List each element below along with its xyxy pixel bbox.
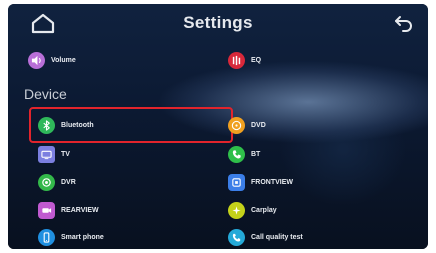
menu-item-label: FRONTVIEW [251, 178, 293, 186]
menu-item-label: DVD [251, 121, 266, 129]
tv-icon [38, 145, 55, 163]
section-device-label: Device [24, 86, 67, 102]
menu-item-callquality[interactable]: Call quality test [228, 225, 303, 249]
menu-item-label: BT [251, 150, 261, 158]
menu-item-label: Volume [51, 56, 76, 64]
phone-icon [228, 145, 245, 163]
menu-item-label: Bluetooth [61, 121, 94, 129]
dvr-icon [38, 173, 55, 191]
menu-item-bluetooth[interactable]: Bluetooth [38, 113, 94, 137]
call-test-icon [228, 228, 245, 246]
menu-item-label: REARVIEW [61, 206, 99, 214]
menu-item-label: Carplay [251, 206, 277, 214]
menu-item-dvr[interactable]: DVR [38, 170, 76, 194]
menu-item-label: Smart phone [61, 233, 104, 241]
volume-icon [28, 51, 45, 69]
carplay-icon [228, 201, 245, 219]
menu-item-rearview[interactable]: REARVIEW [38, 198, 99, 222]
bluetooth-icon [38, 116, 55, 134]
page-title: Settings [183, 13, 253, 32]
menu-item-label: Call quality test [251, 233, 303, 241]
rear-camera-icon [38, 201, 55, 219]
menu-item-dvd[interactable]: DVD [228, 113, 266, 137]
menu-item-label: DVR [61, 178, 76, 186]
menu-item-volume[interactable]: Volume [28, 48, 76, 72]
menu-item-label: TV [61, 150, 70, 158]
menu-item-eq[interactable]: EQ [228, 48, 261, 72]
equalizer-icon [228, 51, 245, 69]
menu-item-label: EQ [251, 56, 262, 64]
smartphone-icon [38, 228, 55, 246]
menu-item-frontview[interactable]: FRONTVIEW [228, 170, 293, 194]
back-arrow-icon[interactable] [394, 14, 414, 32]
menu-item-smartphone[interactable]: Smart phone [38, 225, 104, 249]
front-camera-icon [228, 173, 245, 191]
menu-item-bt[interactable]: BT [228, 142, 260, 166]
menu-item-tv[interactable]: TV [38, 142, 70, 166]
device-frame: Settings Volume EQ Device Bluetooth DVD … [8, 4, 428, 249]
top-bar: Settings [8, 4, 428, 42]
menu-item-carplay[interactable]: Carplay [228, 198, 277, 222]
settings-screen: Settings Volume EQ Device Bluetooth DVD … [8, 4, 428, 249]
disc-icon [228, 116, 245, 134]
